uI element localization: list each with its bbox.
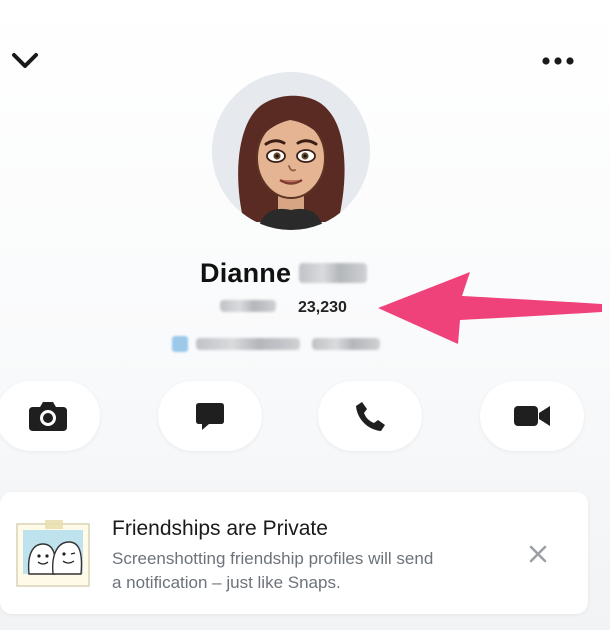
ellipsis-icon [542,57,574,65]
camera-button[interactable] [0,381,100,451]
video-icon [514,406,550,426]
snap-score[interactable]: 23,230 [298,299,347,316]
zodiac-icon [172,335,188,352]
friendship-privacy-card: Friendships are Private Screenshotting f… [0,492,588,614]
redacted-zodiac-text [196,337,300,350]
chat-button[interactable] [158,381,262,451]
display-name: Dianne [200,258,292,288]
polaroid-ghosts-icon [16,520,90,587]
phone-icon [356,402,385,431]
card-body: Screenshotting friendship profiles will … [112,547,512,595]
chat-icon [196,403,224,430]
bitmoji-face-icon [212,72,370,230]
back-button[interactable] [8,46,42,76]
zodiac-row [172,335,380,355]
profile-name: Dianne [200,255,368,291]
pink-arrow-annotation [378,272,602,344]
call-button[interactable] [318,381,422,451]
redacted-last-name [299,262,368,283]
camera-icon [29,402,67,431]
bitmoji-avatar[interactable] [212,72,370,230]
chevron-down-icon [12,53,38,68]
video-call-button[interactable] [480,381,584,451]
more-options-button[interactable] [536,48,580,74]
profile-stats: 23,230 [220,295,347,321]
card-title: Friendships are Private [112,517,328,540]
redacted-username [220,300,276,313]
card-body-line-1: Screenshotting friendship profiles will … [112,549,434,568]
close-icon [529,545,547,563]
close-card-button[interactable] [528,544,548,564]
card-body-line-2: a notification – just like Snaps. [112,573,341,592]
